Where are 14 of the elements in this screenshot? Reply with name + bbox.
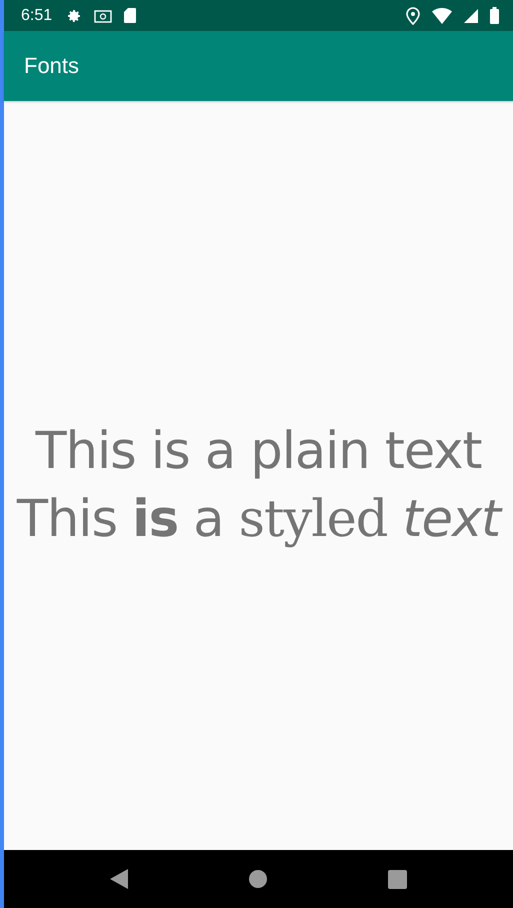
wifi-icon [432,8,452,24]
recents-icon[interactable] [388,870,407,888]
home-icon[interactable] [248,869,268,889]
plain-text: This is a plain text [36,420,482,482]
back-icon[interactable] [110,869,128,889]
sd-card-icon [124,8,136,23]
mail-icon [94,8,112,22]
location-icon [406,6,420,24]
status-time: 6:51 [21,6,52,24]
battery-icon [490,7,499,24]
signal-icon [464,8,478,22]
styled-text: This is a styled text [16,486,500,554]
app-title: Fonts [24,53,80,79]
settings-icon [66,8,82,24]
